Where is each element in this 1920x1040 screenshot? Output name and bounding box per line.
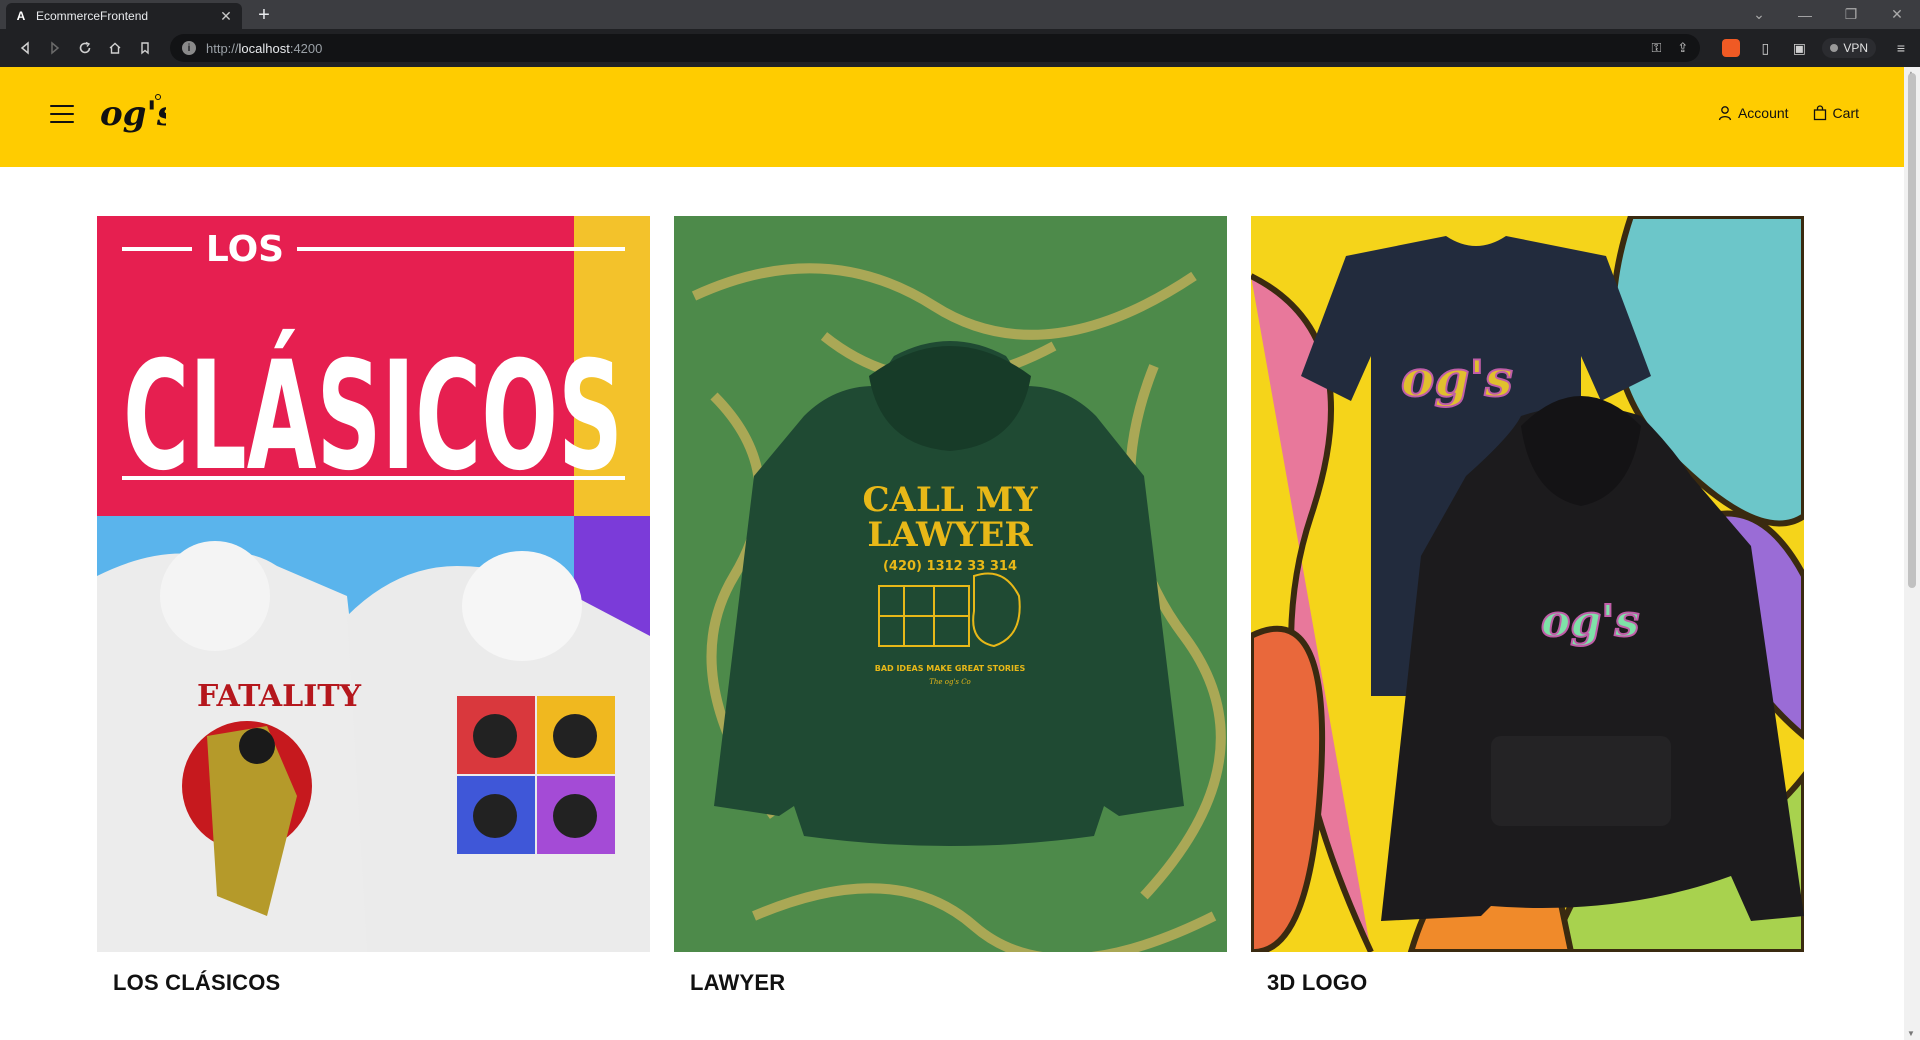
svg-text:og's: og's xyxy=(1541,596,1639,647)
svg-text:BAD IDEAS MAKE GREAT STORIES: BAD IDEAS MAKE GREAT STORIES xyxy=(875,664,1026,673)
page-viewport: og's Account Cart xyxy=(0,67,1904,1040)
browser-toolbar: i http:// localhost :4200 ⚿ ⇪ ▯ ▣ VPN ≡ xyxy=(0,29,1920,67)
collection-title[interactable]: LAWYER xyxy=(674,970,1227,996)
tab-title: EcommerceFrontend xyxy=(36,9,149,23)
account-label: Account xyxy=(1737,105,1789,121)
url-port: :4200 xyxy=(289,40,323,56)
menu-icon[interactable]: ≡ xyxy=(1892,40,1910,56)
url-protocol: http:// xyxy=(206,40,239,56)
home-icon[interactable] xyxy=(100,34,130,62)
sidebar-icon[interactable]: ▯ xyxy=(1756,40,1774,57)
reload-icon[interactable] xyxy=(70,34,100,62)
minimize-icon[interactable]: — xyxy=(1782,7,1828,23)
svg-text:og's: og's xyxy=(100,94,166,134)
cart-label: Cart xyxy=(1832,105,1859,121)
share-icon[interactable]: ⇪ xyxy=(1677,40,1688,56)
collection-card-lawyer[interactable]: CALL MY LAWYER (420) 1312 33 314 BAD IDE… xyxy=(674,216,1227,996)
scrollbar-thumb[interactable] xyxy=(1908,73,1916,588)
ogs-logo[interactable]: og's xyxy=(96,87,166,147)
shopping-bag-icon xyxy=(1813,105,1826,121)
brave-shields-icon[interactable] xyxy=(1722,39,1741,57)
browser-tab-strip: A EcommerceFrontend ✕ + ⌄ — ❐ ✕ xyxy=(0,0,1920,29)
restore-icon[interactable]: ❐ xyxy=(1828,6,1874,23)
angular-favicon-icon: A xyxy=(16,9,26,23)
tab-close-icon[interactable]: ✕ xyxy=(218,8,234,25)
key-icon[interactable]: ⚿ xyxy=(1652,40,1662,56)
svg-text:The og's Co: The og's Co xyxy=(929,678,971,686)
vpn-label: VPN xyxy=(1843,41,1868,55)
hamburger-menu-icon[interactable] xyxy=(50,105,74,123)
collection-title[interactable]: LOS CLÁSICOS xyxy=(97,970,650,996)
browser-tab[interactable]: A EcommerceFrontend ✕ xyxy=(6,3,242,29)
url-host: localhost xyxy=(238,40,290,56)
vpn-status-icon xyxy=(1830,44,1839,52)
collection-image-3d-logo[interactable]: og's og's xyxy=(1251,216,1804,952)
collection-title[interactable]: 3D LOGO xyxy=(1251,970,1804,996)
tab-search-icon[interactable]: ⌄ xyxy=(1736,6,1782,23)
wallet-icon[interactable]: ▣ xyxy=(1790,40,1808,57)
back-icon[interactable] xyxy=(10,34,40,62)
site-header: og's Account Cart xyxy=(0,67,1904,167)
vpn-button[interactable]: VPN xyxy=(1822,38,1876,58)
collections-grid: LOS CLÁSICOS FATALITY xyxy=(97,216,1804,996)
site-info-icon[interactable]: i xyxy=(182,41,196,55)
collection-image-lawyer[interactable]: CALL MY LAWYER (420) 1312 33 314 BAD IDE… xyxy=(674,216,1227,952)
collection-card-3d-logo[interactable]: og's og's 3D LOGO xyxy=(1251,216,1804,996)
window-controls: ⌄ — ❐ ✕ xyxy=(1736,0,1920,29)
new-tab-button[interactable]: + xyxy=(254,4,274,26)
collection-image-los-clasicos[interactable]: LOS CLÁSICOS FATALITY xyxy=(97,216,650,952)
forward-icon[interactable] xyxy=(40,34,70,62)
header-nav: Account Cart xyxy=(1718,105,1859,121)
svg-text:LOS: LOS xyxy=(206,229,284,270)
close-window-icon[interactable]: ✕ xyxy=(1874,6,1920,23)
cart-link[interactable]: Cart xyxy=(1813,105,1859,121)
svg-text:(420) 1312 33 314: (420) 1312 33 314 xyxy=(883,559,1017,574)
bookmark-icon[interactable] xyxy=(130,34,160,62)
svg-text:LAWYER: LAWYER xyxy=(867,515,1033,555)
scroll-down-icon[interactable]: ▼ xyxy=(1907,1029,1915,1038)
address-bar[interactable]: i http:// localhost :4200 ⚿ ⇪ xyxy=(170,34,1701,62)
page-scrollbar[interactable]: ▲ ▼ xyxy=(1904,67,1920,1040)
collection-card-los-clasicos[interactable]: LOS CLÁSICOS FATALITY xyxy=(97,216,650,996)
user-icon xyxy=(1718,106,1732,121)
svg-text:og's: og's xyxy=(1401,349,1513,408)
svg-text:CALL MY: CALL MY xyxy=(863,480,1039,520)
account-link[interactable]: Account xyxy=(1718,105,1789,121)
svg-text:FATALITY: FATALITY xyxy=(197,679,362,714)
